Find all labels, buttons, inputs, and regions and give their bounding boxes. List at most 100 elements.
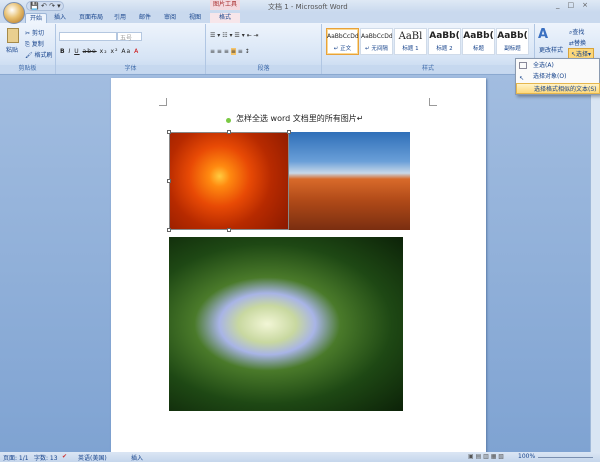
underline-button[interactable]: U <box>74 48 79 55</box>
menu-item-label: 全选(A) <box>533 62 554 69</box>
tab-format[interactable]: 格式 <box>210 13 240 23</box>
format-painter-label: 格式刷 <box>34 52 53 59</box>
style-name: 标题 <box>472 46 484 52</box>
resize-handle[interactable] <box>167 179 171 183</box>
clipboard-group: 粘贴 ✂ 剪切 ⎘ 复制 🖌 格式刷 剪贴板 <box>0 24 56 74</box>
office-button[interactable] <box>3 2 25 24</box>
select-all-icon <box>519 62 527 69</box>
style-preview: AaBbCcDd <box>327 33 358 40</box>
cursor-arrow-icon: ↖ <box>519 75 525 82</box>
word-count[interactable]: 字数: 13 <box>34 453 58 462</box>
image-desert[interactable] <box>289 132 410 230</box>
clipboard-group-label: 剪贴板 <box>0 65 55 73</box>
find-button[interactable]: ⌕查找 <box>569 27 584 37</box>
tab-view[interactable]: 视图 <box>186 13 204 23</box>
cut-label: 剪切 <box>31 30 44 37</box>
vertical-scrollbar[interactable] <box>590 75 600 452</box>
quick-access-toolbar[interactable]: 💾 ↶ ↷ ▾ <box>26 1 64 11</box>
change-case-button[interactable]: Aa <box>121 48 131 55</box>
title-bar: 💾 ↶ ↷ ▾ 图片工具 文档 1 - Microsoft Word _□× <box>0 0 600 12</box>
tab-page-layout[interactable]: 页面布局 <box>76 13 106 23</box>
customize-qat-icon[interactable]: ▾ <box>57 2 61 10</box>
menu-item-select-similar-formatting[interactable]: 选择格式相似的文本(S) <box>516 83 600 94</box>
resize-handle[interactable] <box>227 228 231 232</box>
window-controls: _□× <box>556 1 596 9</box>
style-heading-1[interactable]: AaBl 标题 1 <box>394 28 427 55</box>
font-color-button[interactable]: A <box>134 48 139 55</box>
style-no-spacing[interactable]: AaBbCcDd ↵ 无间隔 <box>360 28 393 55</box>
select-dropdown-menu: 全选(A) ↖ 选择对象(O) 选择格式相似的文本(S) <box>515 58 600 95</box>
menu-item-select-all[interactable]: 全选(A) <box>516 60 600 71</box>
picture-tools-context-title: 图片工具 <box>210 0 240 10</box>
bold-button[interactable]: B <box>60 48 66 55</box>
save-icon[interactable]: 💾 <box>30 2 39 10</box>
select-label: 选择 <box>576 51 589 58</box>
style-preview: AaBl <box>398 31 423 42</box>
ribbon: 粘贴 ✂ 剪切 ⎘ 复制 🖌 格式刷 剪贴板 五号 B I U abe x₂ x… <box>0 23 600 75</box>
image-hydrangea[interactable] <box>169 237 403 411</box>
paste-icon <box>7 28 19 43</box>
tab-insert[interactable]: 插入 <box>50 13 70 23</box>
view-buttons[interactable]: ▣ ▤ ▥ ▦ ▧ <box>468 453 504 460</box>
tab-review[interactable]: 审阅 <box>161 13 179 23</box>
font-name-select[interactable] <box>59 32 117 41</box>
paragraph-group: ☰ ▾ ☷ ▾ ☰ ▾ ⇤ ⇥ ≡ ≡ ≡ ≡ ≡ ↕ 段落 <box>206 24 322 74</box>
style-preview: AaBb( <box>463 31 494 41</box>
resize-handle[interactable] <box>287 130 291 134</box>
paste-button[interactable]: 粘贴 <box>6 45 18 54</box>
format-painter-button[interactable]: 🖌 格式刷 <box>25 50 53 59</box>
list-buttons[interactable]: ☰ ▾ ☷ ▾ ☰ ▾ ⇤ ⇥ <box>210 32 259 39</box>
italic-button[interactable]: I <box>69 48 72 55</box>
style-name: 标题 1 <box>402 46 419 52</box>
insert-mode[interactable]: 插入 <box>131 453 143 462</box>
resize-handle[interactable] <box>227 130 231 134</box>
replace-label: 替换 <box>574 40 587 47</box>
style-preview: AaBb( <box>429 31 460 41</box>
change-styles-button[interactable]: 更改样式 <box>539 45 563 54</box>
document-heading[interactable]: 怎样全选 word 文档里的所有图片↵ <box>236 113 363 124</box>
style-subtitle[interactable]: AaBb( 副标题 <box>496 28 529 55</box>
cut-button[interactable]: ✂ 剪切 <box>25 28 44 37</box>
redo-icon[interactable]: ↷ <box>49 2 55 10</box>
proofing-icon[interactable]: ✔ <box>62 453 67 460</box>
tab-references[interactable]: 引用 <box>111 13 129 23</box>
rotation-handle[interactable] <box>226 118 231 123</box>
undo-icon[interactable]: ↶ <box>41 2 47 10</box>
style-name: 副标题 <box>504 46 521 52</box>
find-label: 查找 <box>572 29 585 36</box>
strikethrough-button[interactable]: abe <box>83 48 97 55</box>
window-title: 文档 1 - Microsoft Word <box>268 3 348 11</box>
paragraph-group-label: 段落 <box>206 65 321 73</box>
image-chrysanthemum[interactable] <box>169 132 289 230</box>
tab-home[interactable]: 开始 <box>25 13 47 23</box>
close-button[interactable]: × <box>582 1 596 9</box>
alignment-buttons[interactable]: ≡ ≡ ≡ ≡ ≡ ↕ <box>210 48 250 55</box>
copy-button[interactable]: ⎘ 复制 <box>25 39 44 49</box>
style-preview: AaBb( <box>497 31 528 41</box>
font-size-select[interactable]: 五号 <box>117 32 142 42</box>
tab-mailings[interactable]: 邮件 <box>136 13 154 23</box>
maximize-button[interactable]: □ <box>568 1 583 9</box>
change-styles-icon: A <box>538 27 549 42</box>
language[interactable]: 英语(美国) <box>78 453 107 462</box>
style-preview: AaBbCcDd <box>361 33 392 40</box>
resize-handle[interactable] <box>167 228 171 232</box>
style-name: ↵ 无间隔 <box>365 46 388 52</box>
minimize-button[interactable]: _ <box>556 1 568 9</box>
style-title[interactable]: AaBb( 标题 <box>462 28 495 55</box>
resize-handle[interactable] <box>167 130 171 134</box>
menu-item-label: 选择格式相似的文本(S) <box>534 86 597 93</box>
ribbon-tabs: 开始 插入 页面布局 引用 邮件 审阅 视图 格式 <box>0 12 600 23</box>
style-normal[interactable]: AaBbCcDd ↵ 正文 <box>326 28 359 55</box>
menu-item-label: 选择对象(O) <box>533 73 567 80</box>
superscript-button[interactable]: x² <box>111 48 119 55</box>
styles-group-label: 样式 <box>322 65 534 73</box>
font-format-buttons[interactable]: B I U abe x₂ x² Aa A <box>60 48 139 55</box>
style-heading-2[interactable]: AaBb(标题 2 <box>428 28 461 55</box>
zoom-level[interactable]: 100% <box>518 453 535 460</box>
subscript-button[interactable]: x₂ <box>100 48 108 55</box>
menu-item-select-objects[interactable]: ↖ 选择对象(O) <box>516 71 600 82</box>
zoom-slider[interactable] <box>538 457 593 458</box>
replace-button[interactable]: ⇄替换 <box>569 38 586 47</box>
page-count[interactable]: 页面: 1/1 <box>3 453 29 462</box>
